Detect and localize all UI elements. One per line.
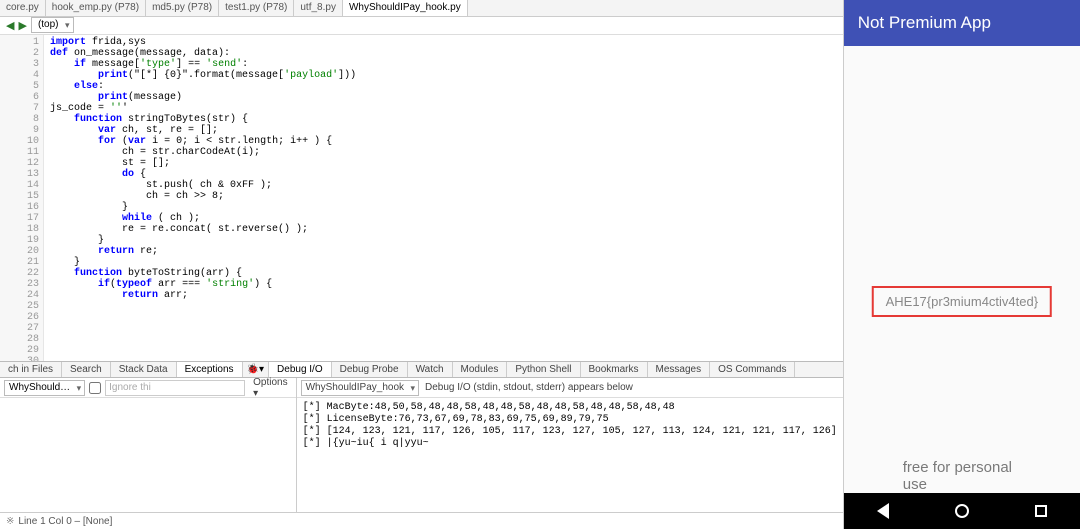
bottom-tab-debug-io[interactable]: Debug I/O xyxy=(269,362,332,377)
bottom-tab-bookmarks[interactable]: Bookmarks xyxy=(581,362,648,377)
app-title-bar: Not Premium App xyxy=(844,0,1080,46)
bottom-panels: WhyShould… Options ▾ WhyShouldIPay_hook … xyxy=(0,378,843,512)
exceptions-file-select[interactable]: WhyShould… xyxy=(4,380,85,396)
tab-core[interactable]: core.py xyxy=(0,0,46,16)
editor-nav-bar: ◀ ▶ (top) xyxy=(0,17,843,35)
debug-io-target-select[interactable]: WhyShouldIPay_hook xyxy=(301,380,419,396)
code-content[interactable]: import frida,sysdef on_message(message, … xyxy=(44,35,843,361)
bottom-tab-python-shell[interactable]: Python Shell xyxy=(507,362,580,377)
bottom-tab-ch-in-files[interactable]: ch in Files xyxy=(0,362,62,377)
editor-tab-bar: core.py hook_emp.py (P78) md5.py (P78) t… xyxy=(0,0,843,17)
bottom-tab-messages[interactable]: Messages xyxy=(648,362,711,377)
recent-icon[interactable] xyxy=(1035,505,1047,517)
home-icon[interactable] xyxy=(955,504,969,518)
bottom-tab-watch[interactable]: Watch xyxy=(408,362,453,377)
tab-test1[interactable]: test1.py (P78) xyxy=(219,0,294,16)
app-title: Not Premium App xyxy=(858,13,991,33)
tab-utf8[interactable]: utf_8.py xyxy=(294,0,343,16)
back-icon[interactable] xyxy=(877,503,889,519)
tab-whyshouldipay[interactable]: WhyShouldIPay_hook.py xyxy=(343,0,468,16)
bottom-tab-stack-data[interactable]: Stack Data xyxy=(111,362,177,377)
nav-forward-icon[interactable]: ▶ xyxy=(18,19,26,32)
bottom-tab-bug-icon[interactable]: 🐞▾ xyxy=(243,362,268,377)
exceptions-panel: WhyShould… Options ▾ xyxy=(0,378,297,512)
bottom-tabs-row: ch in Files Search Stack Data Exceptions… xyxy=(0,361,843,378)
scope-dropdown[interactable]: (top) xyxy=(31,17,74,33)
status-text: Line 1 Col 0 – [None] xyxy=(18,516,112,527)
tab-md5[interactable]: md5.py (P78) xyxy=(146,0,219,16)
debug-io-caption: Debug I/O (stdin, stdout, stderr) appear… xyxy=(425,382,633,393)
debug-io-panel: WhyShouldIPay_hook Debug I/O (stdin, std… xyxy=(297,378,843,512)
status-bar: ※ Line 1 Col 0 – [None] xyxy=(0,512,843,529)
exceptions-options[interactable]: Options ▾ xyxy=(249,377,291,399)
line-number-gutter: 1234567891011121314151617181920212223242… xyxy=(0,35,44,361)
ide-pane: core.py hook_emp.py (P78) md5.py (P78) t… xyxy=(0,0,844,529)
ignore-text-input[interactable] xyxy=(105,380,245,396)
bottom-tab-debug-probe[interactable]: Debug Probe xyxy=(332,362,408,377)
ignore-checkbox[interactable] xyxy=(89,382,101,394)
bottom-tab-os-commands[interactable]: OS Commands xyxy=(710,362,795,377)
bottom-tab-modules[interactable]: Modules xyxy=(453,362,508,377)
tab-hook-emp[interactable]: hook_emp.py (P78) xyxy=(46,0,146,16)
phone-body: AHE17{pr3mium4ctiv4ted} free for persona… xyxy=(844,46,1080,493)
flag-text: AHE17{pr3mium4ctiv4ted} xyxy=(872,286,1052,317)
debug-console[interactable]: [*] MacByte:48,50,58,48,48,58,48,48,58,4… xyxy=(297,398,843,512)
bottom-tab-exceptions[interactable]: Exceptions xyxy=(177,362,243,377)
phone-pane: Not Premium App AHE17{pr3mium4ctiv4ted} … xyxy=(844,0,1080,529)
watermark-text: free for personal use xyxy=(903,459,1021,493)
bottom-tab-search[interactable]: Search xyxy=(62,362,111,377)
nav-back-icon[interactable]: ◀ xyxy=(6,19,14,32)
android-nav-bar xyxy=(844,493,1080,529)
code-editor[interactable]: 1234567891011121314151617181920212223242… xyxy=(0,35,843,361)
gear-icon: ※ xyxy=(6,516,14,527)
